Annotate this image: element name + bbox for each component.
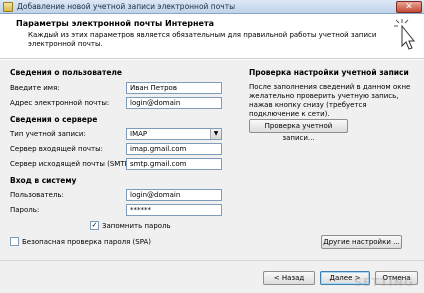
password-label: Пароль: <box>10 206 40 214</box>
title-bar: Добавление новой учетной записи электрон… <box>0 0 424 14</box>
incoming-server-input[interactable]: imap.gmail.com <box>126 143 222 155</box>
spa-checkbox[interactable] <box>10 237 19 246</box>
outgoing-server-label: Сервер исходящей почты (SMTP): <box>10 160 134 168</box>
user-label: Пользователь: <box>10 191 64 199</box>
mail-app-icon <box>3 2 13 12</box>
test-description: После заполнения сведений в данном окне … <box>249 83 411 118</box>
outgoing-server-input[interactable]: smtp.gmail.com <box>126 158 222 170</box>
name-label: Введите имя: <box>10 84 60 92</box>
account-type-value: IMAP <box>130 130 148 138</box>
password-input[interactable]: ****** <box>126 204 222 216</box>
account-type-label: Тип учетной записи: <box>10 130 86 138</box>
server-info-title: Сведения о сервере <box>10 115 98 124</box>
user-info-title: Сведения о пользователе <box>10 68 123 77</box>
wizard-header: Параметры электронной почты Интернета Ка… <box>0 14 424 59</box>
chevron-down-icon[interactable]: ▼ <box>210 129 221 139</box>
more-settings-button[interactable]: Другие настройки ... <box>321 235 402 249</box>
incoming-server-label: Сервер входящей почты: <box>10 145 103 153</box>
email-label: Адрес электронной почты: <box>10 99 110 107</box>
user-input[interactable]: login@domain <box>126 189 222 201</box>
login-title: Вход в систему <box>10 176 77 185</box>
test-settings-title: Проверка настройки учетной записи <box>249 68 409 77</box>
spa-label: Безопасная проверка пароля (SPA) <box>22 238 152 246</box>
watermark: SETTING <box>353 276 414 289</box>
remember-password-label: Запомнить пароль <box>102 222 171 230</box>
account-type-select[interactable]: IMAP ▼ <box>126 128 222 140</box>
remember-password-checkbox[interactable]: ✓ <box>90 221 99 230</box>
close-button[interactable]: ✕ <box>396 1 422 13</box>
test-account-button[interactable]: Проверка учетной записи... <box>249 119 348 142</box>
window-title: Добавление новой учетной записи электрон… <box>17 2 236 11</box>
header-subtitle: Каждый из этих параметров является обяза… <box>28 31 377 48</box>
name-input[interactable]: Иван Петров <box>126 82 222 94</box>
email-input[interactable]: login@domain <box>126 97 222 109</box>
back-button[interactable]: < Назад <box>263 271 315 285</box>
settings-panel: Сведения о пользователе Введите имя: Ива… <box>0 60 424 260</box>
cursor-click-icon <box>394 19 416 50</box>
header-title: Параметры электронной почты Интернета <box>16 19 214 28</box>
